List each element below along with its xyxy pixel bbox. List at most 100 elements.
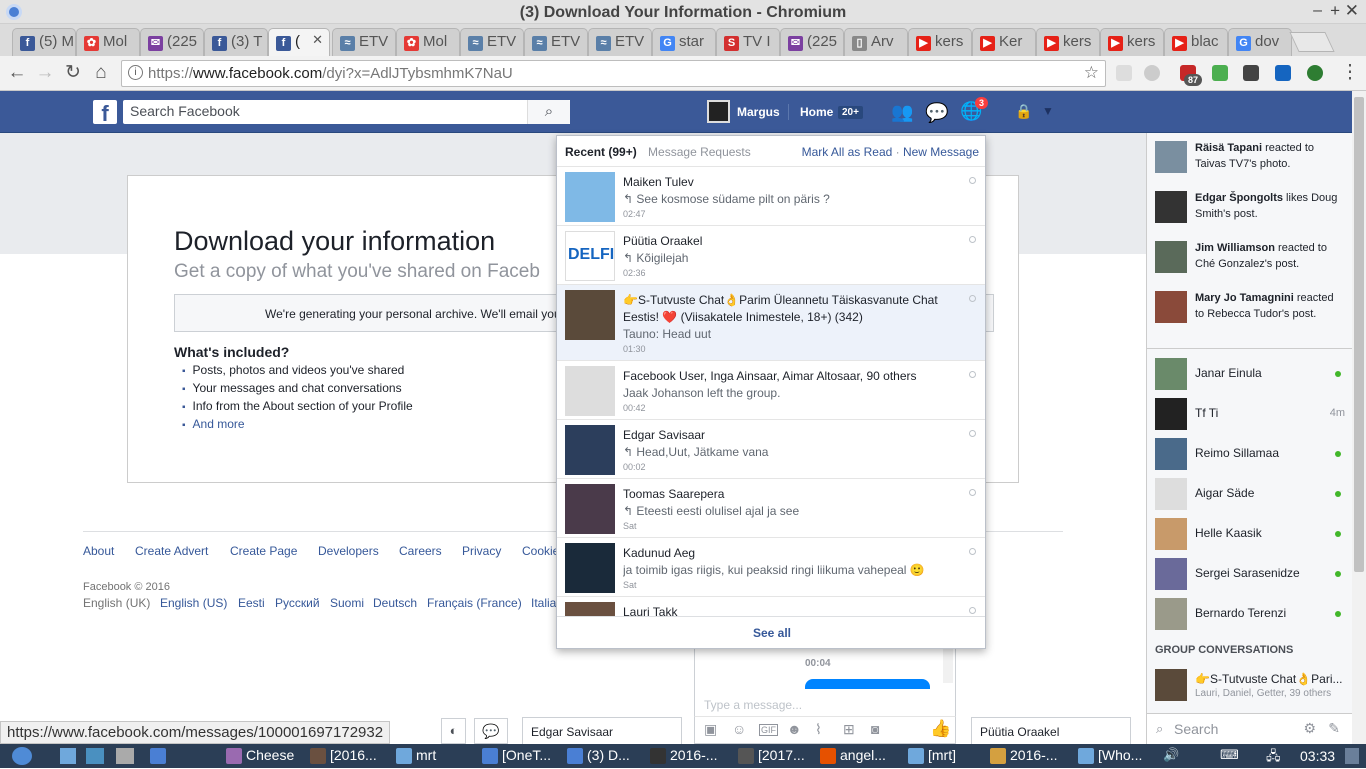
tab-1[interactable]: ✿ Mol (76, 28, 140, 56)
tab-10[interactable]: Gstar (652, 28, 716, 56)
sidebar-search[interactable]: ⌕ Search ⚙ ✎ (1147, 713, 1353, 744)
tab-4[interactable]: f (✕ (268, 28, 330, 56)
compose-icon[interactable]: ✎ (1328, 720, 1340, 737)
contact-item[interactable]: Reimo Sillamaa (1155, 438, 1347, 470)
tab-15[interactable]: ▶ Ker (972, 28, 1036, 56)
home-link[interactable]: Home (800, 105, 833, 119)
taskbar-item[interactable]: [Who... (1078, 747, 1154, 766)
tab-3[interactable]: f (3) T (204, 28, 268, 56)
taskbar-item[interactable]: 2016-... (990, 747, 1072, 766)
taskbar-item[interactable] (150, 747, 220, 766)
forward-icon[interactable]: → (33, 62, 57, 84)
message-thread[interactable]: Kadunud Aeg ja toimib igas riigis, kui pe… (557, 538, 985, 597)
info-icon[interactable]: i (128, 65, 143, 80)
file-manager-icon[interactable] (60, 748, 76, 764)
taskbar-item[interactable]: angel... (820, 747, 902, 766)
taskbar-item[interactable]: 2016-... (650, 747, 732, 766)
chat-scrollbar[interactable] (943, 649, 953, 683)
taskbar-item[interactable]: [2016... (310, 747, 390, 766)
search-icon[interactable]: ⌕ (527, 100, 570, 124)
mark-read-dot[interactable] (969, 295, 976, 302)
taskbar-item[interactable]: [OneT... (482, 747, 561, 766)
tab-recent[interactable]: Recent (99+) (565, 145, 637, 159)
footer-link[interactable]: Create Page (230, 544, 297, 558)
contact-item[interactable]: Tf Ti 4m (1155, 398, 1347, 430)
taskbar-item[interactable]: [2017... (738, 747, 814, 766)
maximize-icon[interactable]: + (1330, 1, 1340, 21)
mark-read-dot[interactable] (969, 430, 976, 437)
tab-11[interactable]: S TV I (716, 28, 780, 56)
tab-close-icon[interactable]: ✕ (312, 32, 323, 48)
search-input[interactable]: Search Facebook (123, 100, 570, 124)
language-link[interactable]: Русский (275, 596, 320, 610)
menu-icon[interactable]: ⋮ (1338, 62, 1362, 84)
volume-icon[interactable]: 🔊 (1163, 747, 1179, 763)
footer-link[interactable]: Create Advert (135, 544, 208, 558)
message-thread[interactable]: Maiken Tulev ↰ See kosmose südame pilt on… (557, 167, 985, 226)
scrollbar-thumb[interactable] (1354, 97, 1364, 572)
message-thread[interactable]: Edgar Savisaar ↰ Head,Uut, Jätkame vana 00… (557, 420, 985, 479)
footer-link[interactable]: Developers (318, 544, 379, 558)
contact-item[interactable]: Helle Kaasik (1155, 518, 1347, 550)
back-icon[interactable]: ← (5, 62, 29, 84)
mark-read-dot[interactable] (969, 236, 976, 243)
window-list-icon[interactable] (116, 748, 134, 764)
sidebar-search-input[interactable]: Search (1174, 721, 1218, 737)
sticker-icon[interactable]: ☺ (732, 721, 746, 737)
close-icon[interactable]: ✕ (1345, 1, 1359, 21)
tab-12[interactable]: ✉ (225 (780, 28, 844, 56)
included-item[interactable]: And more (193, 416, 413, 434)
taskbar-item[interactable]: mrt (396, 747, 476, 766)
gif-icon[interactable]: GIF (759, 724, 778, 736)
game-icon[interactable]: ⊞ (843, 721, 855, 738)
tab-17[interactable]: ▶ kers (1100, 28, 1164, 56)
profile-link[interactable]: Margus (737, 105, 780, 119)
mark-read-dot[interactable] (969, 607, 976, 614)
mark-read-dot[interactable] (969, 548, 976, 555)
ticker-item[interactable]: Edgar Špongolts likes Doug Smith's post. (1155, 191, 1351, 231)
tab-18[interactable]: ▶ blac (1164, 28, 1228, 56)
start-menu-icon[interactable] (12, 747, 32, 765)
extension-at-icon[interactable] (1144, 65, 1160, 81)
mark-read-dot[interactable] (969, 489, 976, 496)
new-message-link[interactable]: New Message (903, 145, 979, 159)
ticker-item[interactable]: Mary Jo Tamagnini reacted to Rebecca Tud… (1155, 291, 1351, 331)
language-link[interactable]: Eesti (238, 596, 265, 610)
taskbar-item[interactable]: (3) D... (567, 747, 644, 766)
language-link[interactable]: Suomi (330, 596, 364, 610)
language-link[interactable]: Français (France) (427, 596, 522, 610)
tab-6[interactable]: ✿ Mol (396, 28, 460, 56)
camera-icon[interactable]: ◙ (871, 721, 879, 737)
messages-icon[interactable]: 💬 (925, 101, 949, 125)
chat-tab-puutia[interactable]: Püütia Oraakel (971, 717, 1131, 745)
ticker-item[interactable]: Jim Williamson reacted to Ché Gonzalez's… (1155, 241, 1351, 281)
tab-14[interactable]: ▶ kers (908, 28, 972, 56)
tab-8[interactable]: ≈ ETV (524, 28, 588, 56)
privacy-shortcuts-icon[interactable]: 🔒 (1015, 103, 1032, 120)
minimize-icon[interactable]: – (1313, 2, 1322, 20)
footer-link[interactable]: Cookie (522, 544, 559, 558)
show-desktop-icon[interactable] (1345, 748, 1359, 764)
home-icon[interactable]: ⌂ (89, 62, 113, 84)
friend-requests-icon[interactable]: 👥 (891, 102, 913, 123)
new-tab-button[interactable] (1289, 32, 1335, 52)
bookmark-star-icon[interactable]: ☆ (1084, 63, 1099, 83)
tab-2[interactable]: ✉ (225 (140, 28, 204, 56)
tab-9[interactable]: ≈ ETV (588, 28, 652, 56)
attach-icon[interactable]: ⌇ (815, 721, 822, 738)
contact-item[interactable]: Janar Einula (1155, 358, 1347, 390)
message-thread[interactable]: DELFI Püütia Oraakel ↰ Kõigilejah 02:36 (557, 226, 985, 285)
contact-item[interactable]: Bernardo Terenzi (1155, 598, 1347, 630)
group-conversation-item[interactable]: 👉S-Tutvuste Chat👌Pari... Lauri, Daniel, … (1155, 669, 1347, 701)
tab-5[interactable]: ≈ ETV (332, 28, 396, 56)
extension-google-icon[interactable] (1212, 65, 1228, 81)
extension-ghost-icon[interactable] (1243, 65, 1259, 81)
message-thread[interactable]: Facebook User, Inga Ainsaar, Aimar Altos… (557, 361, 985, 420)
message-input[interactable]: Type a message... (704, 698, 802, 712)
message-thread[interactable]: Toomas Saarepera ↰ Eteesti eesti olulisel… (557, 479, 985, 538)
address-bar[interactable]: i https://www.facebook.com/dyi?x=AdlJTyb… (121, 60, 1106, 87)
mark-read-dot[interactable] (969, 177, 976, 184)
account-menu-icon[interactable]: ▼ (1042, 104, 1054, 118)
chat-icon-button[interactable]: ◐ (441, 718, 466, 744)
language-link[interactable]: Italia (531, 596, 556, 610)
